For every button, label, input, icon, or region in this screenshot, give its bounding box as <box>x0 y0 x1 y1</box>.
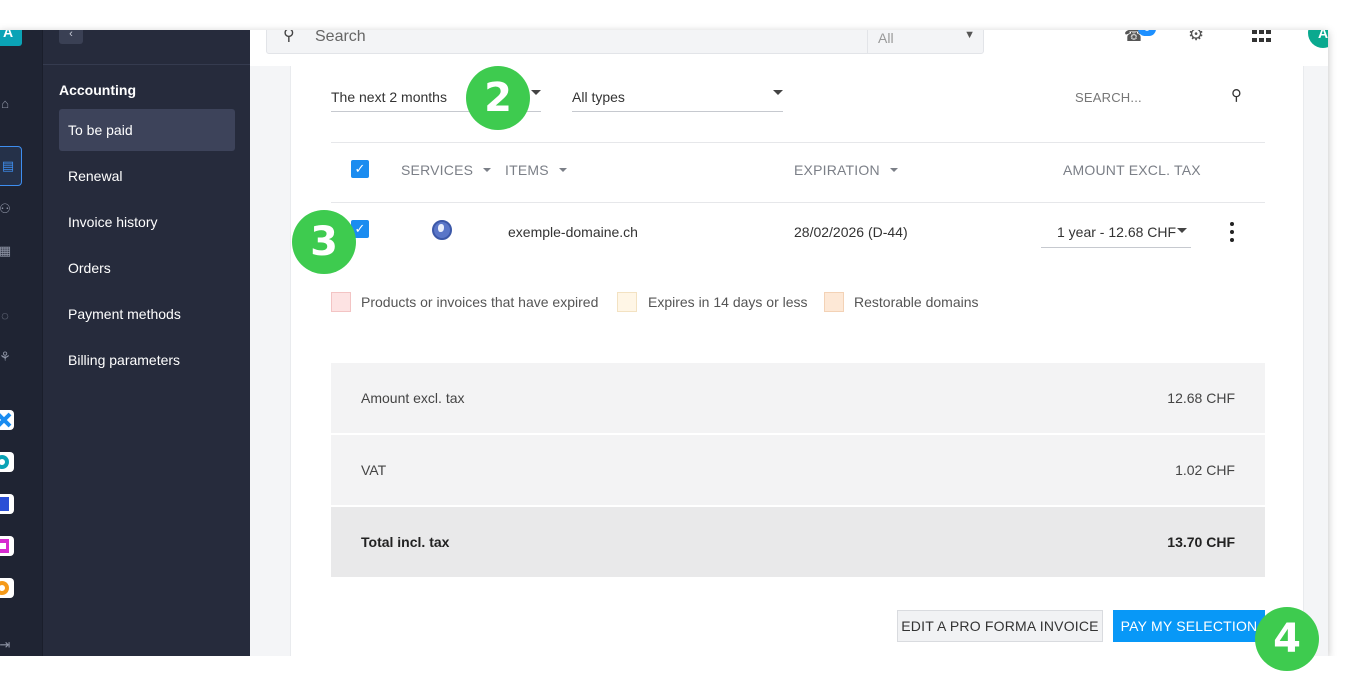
user-avatar[interactable]: A <box>1308 30 1328 48</box>
collapse-sidebar-button[interactable]: ‹ <box>59 30 83 44</box>
app-icon-3[interactable] <box>0 494 14 514</box>
column-header-items[interactable]: ITEMS <box>505 162 567 178</box>
app-icon-4[interactable] <box>0 536 14 556</box>
legend-swatch-restorable <box>824 292 844 312</box>
sidebar-item-orders[interactable]: Orders <box>59 247 235 289</box>
summary-label: Total incl. tax <box>361 534 450 550</box>
sidebar-item-to-be-paid[interactable]: To be paid <box>59 109 235 151</box>
notification-badge: 0 <box>1138 30 1156 36</box>
search-scope-value: All <box>878 30 894 46</box>
summary-subtotal-row: Amount excl. tax 12.68 CHF <box>331 363 1265 433</box>
summary-total-row: Total incl. tax 13.70 CHF <box>331 507 1265 577</box>
summary-value: 1.02 CHF <box>1175 462 1235 478</box>
page-margin <box>0 656 1358 686</box>
legend-swatch-expiring <box>617 292 637 312</box>
renewal-period-select[interactable]: 1 year - 12.68 CHF <box>1041 216 1191 248</box>
search-icon: ⚲ <box>283 30 295 44</box>
sidebar-item-billing-parameters[interactable]: Billing parameters <box>59 339 235 381</box>
period-filter-value: The next 2 months <box>331 88 447 105</box>
pay-selection-button[interactable]: PAY MY SELECTION <box>1113 610 1265 642</box>
divider <box>331 142 1265 143</box>
chevron-down-icon <box>531 90 541 95</box>
sidebar: ‹ Accounting To be paid Renewal Invoice … <box>42 30 251 656</box>
sort-icon <box>483 168 492 172</box>
type-filter[interactable]: All types <box>572 82 783 112</box>
type-filter-value: All types <box>572 88 625 105</box>
column-header-expiration[interactable]: EXPIRATION <box>794 162 898 178</box>
column-header-services[interactable]: SERVICES <box>401 162 492 178</box>
renewal-period-value: 1 year - 12.68 CHF <box>1057 223 1177 240</box>
step-marker-4: 4 <box>1255 607 1319 671</box>
chevron-down-icon <box>1177 228 1187 233</box>
sidebar-section-title: Accounting <box>59 82 136 98</box>
summary-value: 13.70 CHF <box>1167 534 1235 550</box>
home-icon[interactable]: ⌂ <box>0 94 14 112</box>
sidebar-item-invoice-history[interactable]: Invoice history <box>59 201 235 243</box>
edit-pro-forma-button[interactable]: EDIT A PRO FORMA INVOICE <box>897 610 1103 642</box>
summary-label: Amount excl. tax <box>361 390 465 406</box>
table-search-input[interactable] <box>1075 84 1225 110</box>
select-all-checkbox[interactable]: ✓ <box>351 160 369 178</box>
building-icon[interactable]: ▦ <box>0 242 14 260</box>
brand-logo[interactable]: A <box>0 30 22 46</box>
main-content: The next 2 months All types ⚲ ✓ SERVICES… <box>290 66 1304 686</box>
legend-label-expired: Products or invoices that have expired <box>361 294 599 310</box>
users-icon[interactable]: ⚇ <box>0 200 14 218</box>
search-scope-select[interactable]: All ▼ <box>867 30 985 53</box>
step-marker-2: 2 <box>466 66 530 130</box>
sort-icon <box>558 168 567 172</box>
column-header-label: SERVICES <box>401 162 474 178</box>
column-header-label: ITEMS <box>505 162 549 178</box>
summary-value: 12.68 CHF <box>1167 390 1235 406</box>
chevron-down-icon: ▼ <box>964 30 975 41</box>
app-icon-5[interactable] <box>0 578 14 598</box>
billing-icon[interactable]: ▤ <box>0 146 22 186</box>
table-search: ⚲ <box>1075 84 1255 112</box>
sort-icon <box>889 168 898 172</box>
column-header-label: AMOUNT EXCL. TAX <box>1063 162 1201 178</box>
column-header-label: EXPIRATION <box>794 162 880 178</box>
summary-vat-row: VAT 1.02 CHF <box>331 435 1265 505</box>
app-icon-1[interactable] <box>0 410 14 430</box>
sidebar-divider <box>43 64 251 65</box>
legend-label-restorable: Restorable domains <box>854 294 979 310</box>
column-header-amount: AMOUNT EXCL. TAX <box>1063 162 1201 178</box>
sidebar-item-payment-methods[interactable]: Payment methods <box>59 293 235 335</box>
expiration-date: 28/02/2026 (D-44) <box>794 224 908 240</box>
chevron-down-icon <box>773 90 783 95</box>
app-icon-2[interactable] <box>0 452 14 472</box>
global-search-input[interactable] <box>315 30 855 51</box>
legend-swatch-expired <box>331 292 351 312</box>
logout-icon[interactable]: ⇥ <box>0 636 14 654</box>
search-icon[interactable]: ⚲ <box>1231 86 1242 104</box>
summary-label: VAT <box>361 462 387 478</box>
gear-icon[interactable]: ⚙ <box>1188 30 1204 45</box>
top-bar: ⚲ All ▼ ☎ 0 ⚙ A <box>250 30 1328 66</box>
global-search: ⚲ All ▼ <box>266 30 984 54</box>
item-name: exemple-domaine.ch <box>508 224 638 240</box>
more-options-icon[interactable] <box>1229 222 1235 242</box>
sidebar-item-renewal[interactable]: Renewal <box>59 155 235 197</box>
step-marker-3: 3 <box>292 210 356 274</box>
icon-rail: A ⌂ ▤ ⚇ ▦ ◌ ⚘ ⇥ <box>0 30 42 656</box>
handshake-icon[interactable]: ⚘ <box>0 348 14 366</box>
globe-icon <box>432 220 452 240</box>
apps-grid-icon[interactable] <box>1252 30 1272 44</box>
divider <box>331 202 1265 203</box>
legend-label-expiring: Expires in 14 days or less <box>648 294 808 310</box>
support-icon[interactable]: ◌ <box>0 306 14 324</box>
